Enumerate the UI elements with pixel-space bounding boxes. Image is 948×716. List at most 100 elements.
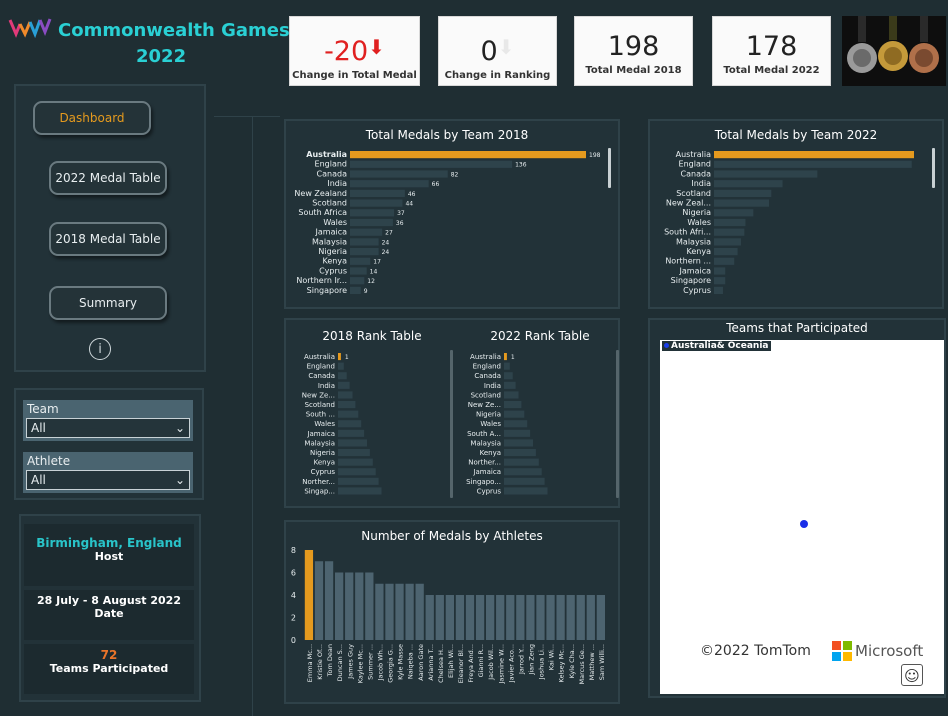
athlete-label: Gianni R... xyxy=(477,644,485,677)
category-label: Singapo... xyxy=(466,478,501,486)
category-label: Northern Ir... xyxy=(296,276,347,285)
athlete-label: Kaylee Mc... xyxy=(356,644,364,683)
dashboard-button[interactable]: Dashboard xyxy=(33,101,151,135)
medals-2022-chart: AustraliaEnglandCanadaIndiaScotlandNew Z… xyxy=(664,148,935,295)
medals-image xyxy=(842,16,946,86)
kpi-value: 0 xyxy=(480,36,498,67)
scrollbar xyxy=(450,350,453,498)
bar xyxy=(435,595,444,640)
divider-line xyxy=(214,116,280,117)
bar xyxy=(385,583,394,640)
category-label: Malaysia xyxy=(676,237,711,246)
info-icon[interactable]: i xyxy=(89,338,111,360)
category-label: New Zealand xyxy=(294,189,347,198)
bar xyxy=(526,595,535,640)
bar xyxy=(338,401,356,409)
team-dropdown[interactable]: All ⌄ xyxy=(26,418,190,438)
bar xyxy=(350,209,395,217)
category-label: Cyprus xyxy=(311,468,336,476)
athlete-label: Kristie Of... xyxy=(316,644,324,680)
category-label: India xyxy=(691,179,711,188)
category-label: Nigeria xyxy=(318,247,347,256)
app-year: 2022 xyxy=(136,46,187,67)
bar xyxy=(338,458,373,466)
bar xyxy=(445,595,454,640)
athletes-chart: 0 2 4 6 8 Emma Mc... Kristie Of... Tom Dean Dunc… xyxy=(291,546,606,685)
bar xyxy=(338,487,382,495)
category-label: Kenya xyxy=(314,459,335,467)
bar xyxy=(338,381,350,389)
bar xyxy=(714,277,726,285)
category-label: Kenya xyxy=(323,257,348,266)
category-label: England xyxy=(315,160,347,169)
bar xyxy=(596,595,605,640)
medals-2018-chart: Australia 198 England 136 Canada 82 India 66 New… xyxy=(294,148,611,295)
category-label: New Zeal... xyxy=(666,199,711,208)
bar xyxy=(504,381,516,389)
category-label: India xyxy=(318,382,335,390)
bar xyxy=(338,410,359,418)
medal-table-2022-button[interactable]: 2022 Medal Table xyxy=(49,161,167,195)
bar xyxy=(465,595,475,640)
bar xyxy=(350,277,365,285)
date-card: 28 July - 8 August 2022 Date xyxy=(24,590,194,640)
kpi-value: -20 xyxy=(324,36,369,67)
bar xyxy=(355,572,364,640)
athlete-label: Naiqeba ... xyxy=(407,644,415,679)
bar xyxy=(504,362,510,370)
category-label: Australia xyxy=(304,353,335,361)
bar xyxy=(338,439,367,447)
athlete-label: James Guy xyxy=(346,644,354,680)
y-tick-label: 8 xyxy=(291,546,296,555)
athlete-label: Marcus Ge... xyxy=(578,644,586,685)
bar xyxy=(395,583,404,640)
scrollbar xyxy=(932,148,935,188)
category-label: Malaysia xyxy=(304,439,335,447)
data-label: 24 xyxy=(382,249,390,256)
feedback-smiley-icon[interactable]: ☺ xyxy=(901,664,923,686)
bar xyxy=(556,595,565,640)
kpi-value: 198 xyxy=(607,31,660,62)
bar xyxy=(350,160,513,168)
category-label: Jamaica xyxy=(679,266,712,275)
summary-button[interactable]: Summary xyxy=(49,286,167,320)
teams-count: 72 xyxy=(100,648,118,662)
bar xyxy=(338,420,362,428)
bar xyxy=(714,267,726,275)
host-card: Birmingham, England Host xyxy=(24,524,194,586)
category-label: New Ze... xyxy=(302,391,335,399)
microsoft-icon xyxy=(832,641,852,661)
athlete-dropdown[interactable]: All ⌄ xyxy=(26,470,190,490)
bar xyxy=(504,420,528,428)
category-label: South A... xyxy=(467,430,501,438)
bar xyxy=(714,151,914,159)
chevron-down-icon: ⌄ xyxy=(174,421,185,435)
chart-title-2022: Total Medals by Team 2022 xyxy=(714,128,878,142)
athlete-label: Summer ... xyxy=(366,644,374,680)
bar xyxy=(714,257,735,265)
data-label: 198 xyxy=(589,152,601,159)
bar xyxy=(338,353,341,361)
data-label: 14 xyxy=(370,268,378,275)
athlete-label: Eleanor Bl... xyxy=(457,644,465,683)
bar xyxy=(425,595,434,640)
bar xyxy=(350,248,379,256)
kpi-total-medal-2022: 178 Total Medal 2022 xyxy=(712,16,831,86)
category-label: Cyprus xyxy=(477,487,502,495)
medal-table-2018-button[interactable]: 2018 Medal Table xyxy=(49,222,167,256)
map-point[interactable] xyxy=(800,520,808,528)
kpi-label: Total Medal 2022 xyxy=(723,65,820,76)
bar xyxy=(350,238,379,246)
kpi-change-total-medal: -20⬇ Change in Total Medal xyxy=(289,16,420,86)
athlete-label: Duncan S... xyxy=(336,644,344,681)
microsoft-logo: Microsoft xyxy=(832,641,923,661)
category-label: Nigeria xyxy=(310,449,335,457)
teams-card: 72 Teams Participated xyxy=(24,644,194,694)
category-label: Kenya xyxy=(687,247,712,256)
athlete-label: Jasmine W... xyxy=(497,644,505,685)
bar xyxy=(350,151,586,159)
athlete-label: Javier Aco... xyxy=(507,644,515,683)
category-label: Jamaica xyxy=(315,228,348,237)
map-copyright: ©2022 TomTom xyxy=(700,643,811,659)
bar xyxy=(304,550,314,640)
